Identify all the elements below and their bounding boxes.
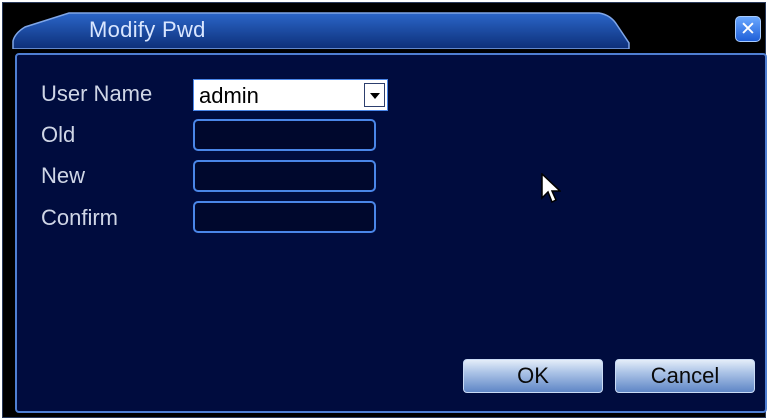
title-bar: Modify Pwd ✕ [3, 3, 765, 49]
old-password-label: Old [41, 122, 76, 147]
new-password-label: New [41, 163, 86, 188]
form-panel: User Name admin Old New Confirm OK Cance… [15, 53, 767, 413]
confirm-password-label: Confirm [41, 205, 119, 230]
old-password-field[interactable] [193, 119, 376, 151]
confirm-password-field[interactable] [193, 201, 376, 233]
mouse-cursor-icon [541, 173, 561, 204]
close-icon: ✕ [740, 18, 756, 40]
chevron-down-icon[interactable] [364, 83, 385, 107]
new-password-field[interactable] [193, 160, 376, 192]
cancel-button[interactable]: Cancel [615, 359, 755, 393]
user-name-label: User Name [41, 81, 153, 106]
modify-password-dialog: Modify Pwd ✕ User Name admin Old New Con… [2, 2, 767, 418]
dialog-title: Modify Pwd [89, 17, 206, 42]
user-name-value: admin [199, 83, 259, 108]
close-button[interactable]: ✕ [735, 16, 761, 42]
user-name-select[interactable]: admin [193, 79, 388, 111]
ok-button[interactable]: OK [463, 359, 603, 393]
